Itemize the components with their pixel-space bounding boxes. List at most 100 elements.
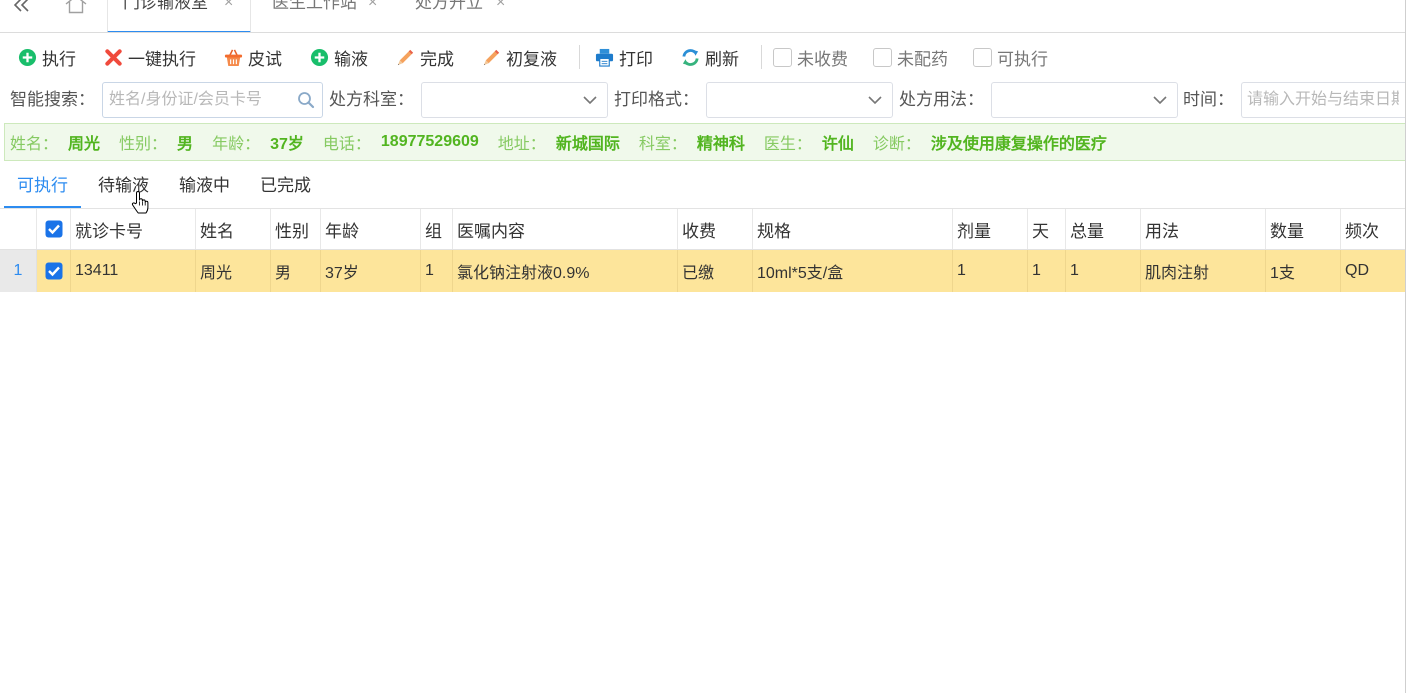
button-label: 完成	[420, 49, 454, 69]
infusion-room-app: 门诊输液室 × 医生工作站 × 处方开立 × 执行 一键执行 皮试 输液 完成 …	[0, 0, 1406, 693]
refresh-icon	[681, 48, 700, 67]
button-label: 刷新	[705, 49, 739, 69]
cell-spec: 10ml*5支/盒	[753, 250, 953, 292]
execute-button[interactable]: 执行	[18, 42, 76, 72]
column-header-age[interactable]: 年龄	[321, 209, 421, 249]
checkbox-label: 未配药	[897, 49, 948, 69]
patient-address-value: 新城国际	[555, 136, 620, 153]
patient-gender-value: 男	[177, 136, 194, 153]
tab-infusion-room[interactable]: 门诊输液室 ×	[107, 0, 251, 32]
patient-department-value: 精神科	[696, 136, 745, 153]
print-button[interactable]: 打印	[595, 42, 653, 72]
patient-name-value: 周光	[68, 136, 101, 153]
checkbox-label: 未收费	[797, 49, 848, 69]
time-range-input[interactable]	[1242, 83, 1405, 117]
table-header: 就诊卡号 姓名 性别 年龄 组 医嘱内容 收费 规格 剂量 天 总量 用法 数量…	[0, 209, 1405, 250]
tab-label: 门诊输液室	[123, 0, 208, 12]
filter-bar: 智能搜索： 处方科室： 打印格式： 处方用法： 时间：	[0, 82, 1405, 118]
select-all-cell	[37, 209, 71, 249]
cell-dose: 1	[953, 250, 1028, 292]
executable-filter-checkbox[interactable]: 可执行	[973, 45, 1048, 70]
close-icon[interactable]: ×	[224, 0, 233, 12]
patient-info-bar: 姓名： 周光 性别： 男 年龄： 37岁 电话： 18977529609 地址：…	[4, 123, 1405, 161]
search-icon[interactable]	[297, 91, 315, 109]
pencil-icon	[396, 48, 415, 67]
column-header-dose[interactable]: 剂量	[953, 209, 1028, 249]
chevron-down-icon	[582, 95, 598, 105]
cell-order: 氯化钠注射液0.9%	[453, 250, 678, 292]
column-header-name[interactable]: 姓名	[196, 209, 271, 249]
status-tab-infusing[interactable]: 输液中	[166, 165, 243, 208]
batch-execute-button[interactable]: 一键执行	[104, 42, 196, 72]
patient-doctor-value: 许仙	[821, 136, 854, 153]
column-header-days[interactable]: 天	[1028, 209, 1066, 249]
status-tab-completed[interactable]: 已完成	[247, 165, 324, 208]
print-format-select[interactable]	[706, 82, 893, 118]
column-header-quantity[interactable]: 数量	[1266, 209, 1341, 249]
department-select[interactable]	[421, 82, 608, 118]
patient-phone-value: 18977529609	[380, 133, 479, 150]
refresh-button[interactable]: 刷新	[681, 42, 739, 72]
smart-search-input[interactable]	[103, 83, 322, 117]
smart-search-field[interactable]	[102, 82, 323, 118]
column-header-order[interactable]: 医嘱内容	[453, 209, 678, 249]
usage-select[interactable]	[991, 82, 1178, 118]
printer-icon	[595, 48, 614, 67]
skin-test-button[interactable]: 皮试	[224, 42, 282, 72]
tab-doctor-workstation[interactable]: 医生工作站 ×	[256, 0, 391, 32]
patient-diagnosis-value: 涉及使用康复操作的医疗	[930, 136, 1107, 153]
button-label: 皮试	[248, 49, 282, 69]
cell-days: 1	[1028, 250, 1066, 292]
button-label: 输液	[334, 49, 368, 69]
column-header-spec[interactable]: 规格	[753, 209, 953, 249]
column-header-usage[interactable]: 用法	[1141, 209, 1266, 249]
patient-age-value: 37岁	[270, 136, 304, 153]
column-header-total[interactable]: 总量	[1066, 209, 1141, 249]
cell-usage: 肌肉注射	[1141, 250, 1266, 292]
basket-icon	[224, 48, 243, 67]
close-icon[interactable]: ×	[368, 0, 377, 12]
patient-address-label: 地址：	[497, 136, 546, 153]
cell-total: 1	[1066, 250, 1141, 292]
cell-gender: 男	[271, 250, 321, 292]
plus-circle-icon	[310, 48, 329, 67]
time-label: 时间：	[1183, 90, 1234, 109]
column-header-gender[interactable]: 性别	[271, 209, 321, 249]
toolbar: 执行 一键执行 皮试 输液 完成 初复液 打印 刷新 未收费 未配药 可执行	[0, 34, 1405, 80]
status-tab-executable[interactable]: 可执行	[4, 165, 81, 208]
column-header-frequency[interactable]: 频次	[1341, 209, 1405, 249]
pencil-icon	[482, 48, 501, 67]
column-header-card-no[interactable]: 就诊卡号	[71, 209, 196, 249]
checkbox-box[interactable]	[773, 47, 792, 67]
patient-diagnosis-label: 诊断：	[872, 136, 921, 153]
usage-label: 处方用法：	[899, 90, 984, 109]
row-checkbox[interactable]	[45, 262, 63, 280]
time-range-field[interactable]	[1241, 82, 1405, 118]
unpaid-filter-checkbox[interactable]: 未收费	[773, 45, 848, 70]
status-tab-pending-infusion[interactable]: 待输液	[85, 165, 162, 208]
table-row[interactable]: 1 13411 周光 男 37岁 1 氯化钠注射液0.9% 已缴 10ml*5支…	[0, 250, 1405, 292]
patient-phone-label: 电话：	[322, 136, 371, 153]
department-label: 处方科室：	[329, 90, 414, 109]
row-number-header	[0, 209, 37, 249]
checkbox-box[interactable]	[973, 47, 992, 67]
cell-frequency: QD	[1345, 262, 1369, 279]
undispensed-filter-checkbox[interactable]: 未配药	[873, 45, 948, 70]
patient-department-label: 科室：	[638, 136, 687, 153]
cell-name: 周光	[196, 250, 271, 292]
select-all-checkbox[interactable]	[45, 220, 63, 238]
chevron-down-icon	[867, 95, 883, 105]
column-header-charge[interactable]: 收费	[678, 209, 753, 249]
patient-name-label: 姓名：	[10, 136, 59, 153]
infusion-button[interactable]: 输液	[310, 42, 368, 72]
home-icon[interactable]	[64, 0, 88, 14]
column-header-group[interactable]: 组	[421, 209, 453, 249]
chevron-down-icon	[1152, 95, 1168, 105]
double-chevron-left-icon[interactable]	[11, 0, 33, 14]
tab-prescription[interactable]: 处方开立 ×	[399, 0, 519, 32]
complete-button[interactable]: 完成	[396, 42, 454, 72]
initial-repeat-infusion-button[interactable]: 初复液	[482, 42, 557, 72]
checkbox-box[interactable]	[873, 47, 892, 67]
patient-doctor-label: 医生：	[763, 136, 812, 153]
close-icon[interactable]: ×	[496, 0, 505, 12]
